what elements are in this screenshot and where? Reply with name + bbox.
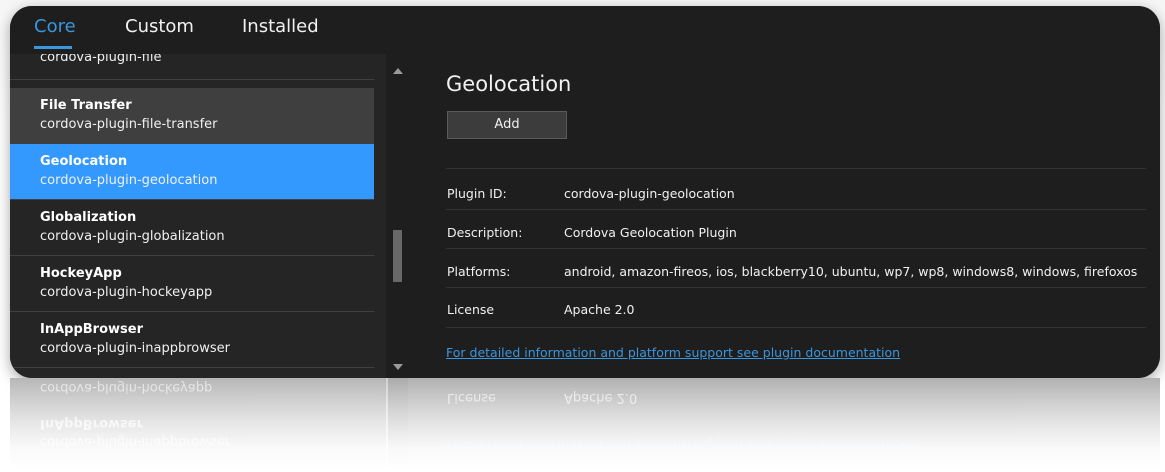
plugin-list: cordova-plugin-file File Transfer cordov… (10, 54, 386, 378)
plugin-id-value: cordova-plugin-geolocation (564, 186, 735, 201)
tab-bar: Core Custom Installed (10, 6, 1160, 54)
add-plugin-button[interactable]: Add (447, 111, 567, 139)
divider (446, 168, 1146, 169)
scroll-down-arrow-icon[interactable] (393, 364, 403, 370)
tab-installed[interactable]: Installed (242, 16, 319, 37)
plugin-item-name: HockeyApp (40, 266, 122, 281)
plugin-manager-window: Core Custom Installed cordova-plugin-fil… (10, 6, 1160, 378)
stage: Core Custom Installed cordova-plugin-fil… (0, 0, 1165, 472)
plugin-id-label: Plugin ID: (447, 186, 507, 201)
plugin-detail-title: Geolocation (446, 72, 572, 96)
divider (446, 209, 1146, 210)
platforms-value: android, amazon-fireos, ios, blackberry1… (564, 264, 1138, 279)
plugin-detail-panel: Geolocation Add Plugin ID: cordova-plugi… (408, 54, 1160, 378)
license-value: Apache 2.0 (564, 302, 635, 317)
platforms-label: Platforms: (447, 264, 511, 279)
plugin-item-id: cordova-plugin-inappbrowser (40, 341, 231, 356)
plugin-item-id: cordova-plugin-geolocation (40, 173, 218, 188)
plugin-item-id: cordova-plugin-globalization (40, 229, 225, 244)
plugin-documentation-link[interactable]: For detailed information and platform su… (446, 345, 900, 360)
plugin-item-id: cordova-plugin-file-transfer (40, 117, 218, 132)
reflection-fade (10, 378, 1160, 472)
plugin-list-scrollbar[interactable] (388, 62, 408, 378)
tab-core[interactable]: Core (34, 16, 76, 37)
plugin-list-item[interactable]: cordova-plugin-file (10, 54, 374, 80)
plugin-list-item[interactable]: File Transfer cordova-plugin-file-transf… (10, 88, 374, 144)
divider (446, 327, 1146, 328)
divider (446, 287, 1146, 288)
plugin-item-name: Geolocation (40, 154, 128, 169)
plugin-list-item[interactable]: InAppBrowser cordova-plugin-inappbrowser (10, 312, 374, 368)
scroll-up-arrow-icon[interactable] (393, 68, 403, 74)
plugin-list-item-selected[interactable]: Geolocation cordova-plugin-geolocation (10, 144, 374, 200)
plugin-item-id: cordova-plugin-hockeyapp (40, 285, 213, 300)
description-label: Description: (447, 225, 523, 240)
window-reflection: cordova-plugin-inappbrowser InAppBrowser… (10, 378, 1160, 472)
plugin-item-name: Globalization (40, 210, 137, 225)
plugin-list-item[interactable]: HockeyApp cordova-plugin-hockeyapp (10, 256, 374, 312)
divider (446, 248, 1146, 249)
license-label: License (447, 302, 495, 317)
plugin-item-name: File Transfer (40, 98, 132, 113)
plugin-item-name: InAppBrowser (40, 322, 143, 337)
scrollbar-thumb[interactable] (393, 230, 402, 282)
active-tab-indicator (34, 46, 72, 49)
plugin-item-id: cordova-plugin-file (40, 54, 162, 65)
tab-custom[interactable]: Custom (125, 16, 194, 37)
description-value: Cordova Geolocation Plugin (564, 225, 737, 240)
plugin-list-item[interactable]: Globalization cordova-plugin-globalizati… (10, 200, 374, 256)
